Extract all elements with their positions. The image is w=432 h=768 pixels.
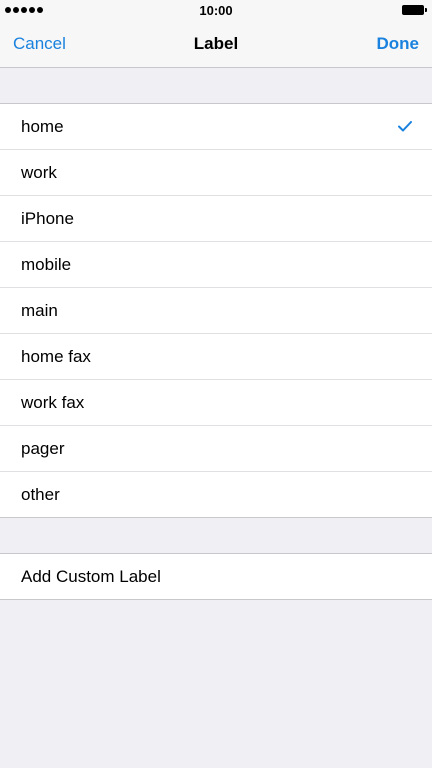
label-option-mobile[interactable]: mobile: [0, 241, 432, 287]
label-option-other[interactable]: other: [0, 471, 432, 517]
done-button[interactable]: Done: [377, 34, 420, 54]
label-option-pager[interactable]: pager: [0, 425, 432, 471]
label-option-text: main: [21, 301, 58, 320]
label-option-text: mobile: [21, 255, 72, 274]
label-option-text: iPhone: [21, 209, 74, 228]
navigation-bar: Cancel Label Done: [0, 22, 432, 68]
page-title: Label: [193, 34, 239, 53]
add-custom-label-text: Add Custom Label: [21, 567, 161, 586]
label-option-iphone[interactable]: iPhone: [0, 195, 432, 241]
label-option-text: work: [21, 163, 57, 182]
label-option-main[interactable]: main: [0, 287, 432, 333]
label-option-text: pager: [21, 439, 65, 458]
label-options-list: home work iPhone mobile main home fax wo…: [0, 103, 432, 518]
label-option-work-fax[interactable]: work fax: [0, 379, 432, 425]
checkmark-icon: [398, 104, 412, 149]
battery-icon: [402, 5, 427, 15]
custom-label-section: Add Custom Label: [0, 553, 432, 600]
label-option-text: work fax: [21, 393, 85, 412]
status-time: 10:00: [199, 3, 233, 18]
label-option-text: home: [21, 117, 64, 136]
add-custom-label-button[interactable]: Add Custom Label: [0, 554, 432, 599]
label-option-home-fax[interactable]: home fax: [0, 333, 432, 379]
status-bar: 10:00: [0, 0, 432, 22]
label-option-work[interactable]: work: [0, 149, 432, 195]
label-option-home[interactable]: home: [0, 104, 432, 149]
label-option-text: home fax: [21, 347, 91, 366]
label-option-text: other: [21, 485, 60, 504]
